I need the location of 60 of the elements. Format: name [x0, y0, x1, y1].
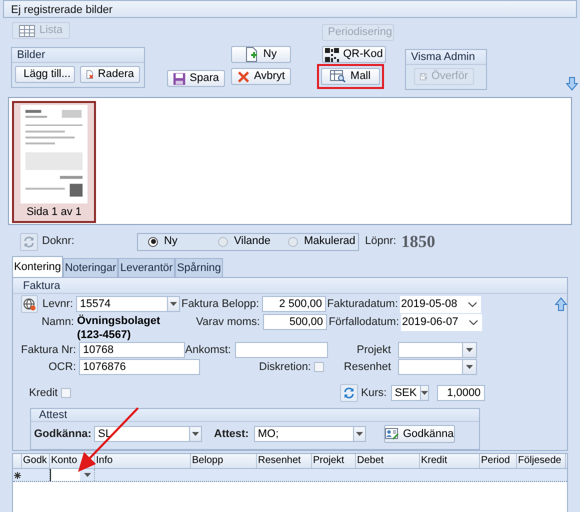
combo-box[interactable]: 15574	[76, 296, 180, 312]
window-title: Ej registrerade bilder	[3, 0, 577, 18]
input-field[interactable]: 10768	[79, 342, 185, 358]
field-label: Projekt	[356, 342, 392, 358]
group-title: Bilder	[12, 48, 144, 63]
column-header[interactable]: Kredit	[420, 454, 480, 468]
tab[interactable]: Spårning	[175, 258, 223, 277]
input-field[interactable]: 1076876	[79, 359, 200, 375]
field-label: Faktura Belopp:	[180, 296, 260, 312]
combo-box[interactable]: MO;	[254, 426, 366, 442]
field-label: Ankomst:	[185, 342, 232, 358]
field-label: Kurs:	[361, 386, 387, 401]
group-title: Attest	[31, 409, 479, 422]
input-field[interactable]: 500,00	[263, 314, 327, 330]
column-header[interactable]: Belopp	[191, 454, 257, 468]
sequence-number: 1850	[401, 230, 436, 253]
field-label: Faktura Nr:	[21, 342, 78, 358]
date-field[interactable]: 2019-05-08	[400, 296, 481, 312]
radio-label[interactable]: Vilande	[234, 233, 270, 250]
column-header[interactable]: Godk	[22, 454, 50, 468]
field-label: Resenhet	[342, 360, 392, 375]
field-label: Doknr:	[42, 234, 76, 250]
approve-button[interactable]: Godkänna	[384, 425, 455, 443]
field-label: Attest:	[214, 426, 249, 442]
field-label: Kredit	[29, 386, 58, 401]
supplier-name: Övningsbolaget (123-4567)	[77, 314, 162, 342]
tab[interactable]: Leverantör	[118, 258, 175, 277]
input-field[interactable]: 2 500,00	[262, 296, 326, 312]
input-field[interactable]: 1,0000	[436, 385, 485, 401]
delete-button[interactable]: Radera	[80, 66, 140, 83]
cancel-button[interactable]: Avbryt	[231, 68, 291, 85]
group-title: Faktura	[13, 278, 567, 294]
tab[interactable]: Kontering	[12, 256, 63, 277]
tab[interactable]: Noteringar	[63, 258, 118, 277]
field-label: Fakturadatum:	[326, 296, 399, 312]
column-header[interactable]: Projekt	[312, 454, 356, 468]
radio-label[interactable]: Makulerad	[304, 233, 356, 250]
column-header[interactable]: Debet	[356, 454, 420, 468]
page-thumbnail[interactable]: Sida 1 av 1	[12, 101, 96, 223]
field-label: Varav moms:	[195, 315, 261, 330]
field-label: Diskretion:	[258, 360, 312, 375]
field-label: Löpnr:	[365, 234, 396, 250]
field-label: Namn:	[40, 315, 75, 330]
add-button[interactable]: Lägg till...	[15, 66, 75, 83]
combo-box[interactable]: SEK	[390, 385, 429, 401]
column-header[interactable]: Period	[480, 454, 517, 468]
date-field[interactable]: 2019-06-07	[401, 314, 482, 331]
field-label: Levnr:	[41, 296, 74, 312]
qr-code-button[interactable]: QR-Kod	[322, 46, 386, 63]
field-label: Godkänna:	[34, 426, 92, 442]
field-label: Förfallodatum:	[328, 315, 400, 330]
column-header[interactable]: Följesede	[517, 454, 566, 468]
column-header[interactable]: Resenhet	[257, 454, 312, 468]
group-title: Visma Admin	[406, 50, 486, 65]
field-label: OCR:	[48, 360, 77, 375]
page-label: Sida 1 av 1	[25, 204, 83, 220]
radio-label[interactable]: Ny	[164, 233, 178, 250]
save-button[interactable]: Spara	[167, 70, 225, 87]
template-button[interactable]: Mall	[321, 68, 380, 85]
new-button[interactable]: Ny	[231, 46, 291, 63]
